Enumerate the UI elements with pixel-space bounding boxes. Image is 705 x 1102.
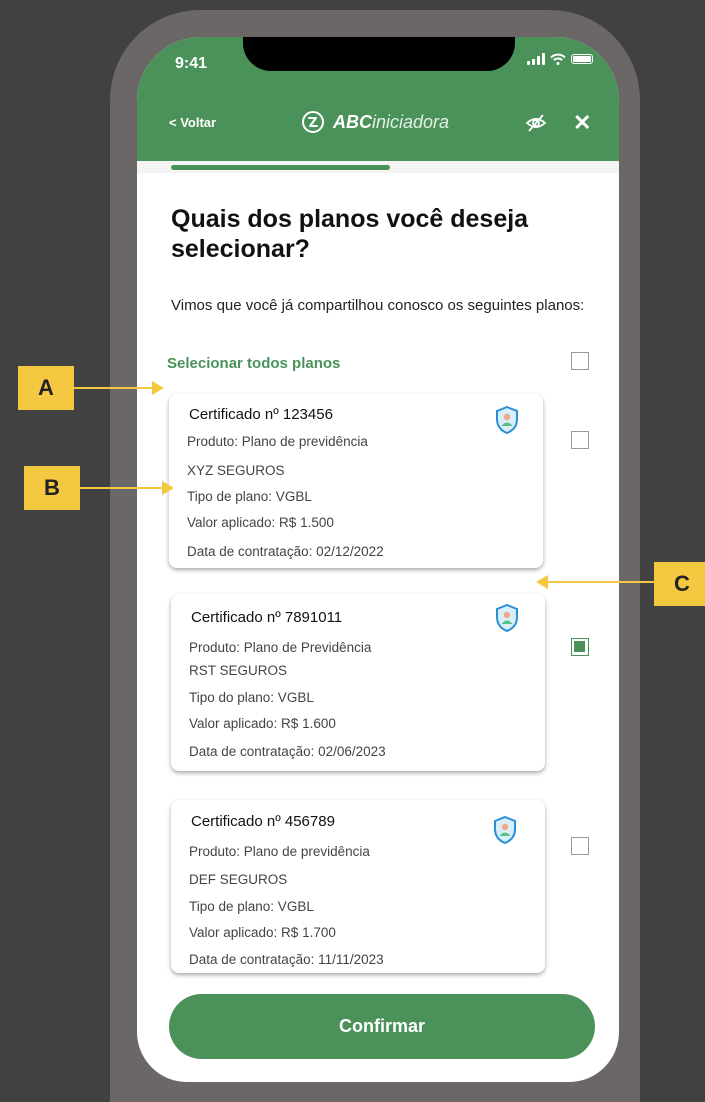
phone-notch — [243, 37, 515, 71]
plan-date: Data de contratação: 02/12/2022 — [187, 544, 384, 559]
app-header: 9:41 < Voltar ABCiniciadora ✕ — [137, 37, 619, 161]
shield-person-icon — [496, 604, 518, 632]
back-button[interactable]: < Voltar — [169, 115, 216, 130]
plan-product: Produto: Plano de previdência — [189, 844, 370, 859]
shield-person-icon — [496, 406, 518, 434]
plan-date: Data de contratação: 02/06/2023 — [189, 744, 386, 759]
plan-type: Tipo de plano: VGBL — [187, 489, 312, 504]
select-all-label[interactable]: Selecionar todos planos — [167, 355, 340, 372]
progress-fill — [171, 165, 390, 170]
battery-icon — [571, 54, 593, 64]
select-all-checkbox[interactable] — [571, 352, 589, 370]
annotation-label-b: B — [24, 466, 80, 510]
plan-product: Produto: Plano de previdência — [187, 434, 368, 449]
plan-type: Tipo de plano: VGBL — [189, 899, 314, 914]
brand-logo: ABCiniciadora — [301, 110, 449, 134]
phone-screen: 9:41 < Voltar ABCiniciadora ✕ Quais dos … — [137, 37, 619, 1082]
plan-checkbox[interactable] — [571, 431, 589, 449]
status-time: 9:41 — [175, 55, 208, 72]
page-title: Quais dos planos você deseja selecionar? — [171, 205, 529, 263]
annotation-arrow-c — [548, 581, 654, 583]
plan-card[interactable]: Certificado nº 456789 Produto: Plano de … — [171, 800, 545, 973]
annotation-label-c: C — [654, 562, 705, 606]
progress-bar — [137, 161, 619, 173]
plan-insurer: DEF SEGUROS — [189, 872, 288, 887]
annotation-arrowhead-a — [152, 381, 164, 395]
abc-logo-icon — [302, 111, 324, 133]
plan-value: Valor aplicado: R$ 1.600 — [189, 716, 336, 731]
close-icon[interactable]: ✕ — [573, 110, 591, 136]
plan-title: Certificado nº 456789 — [191, 813, 335, 830]
signal-icon — [527, 53, 545, 65]
plan-card[interactable]: Certificado nº 7891011 Produto: Plano de… — [171, 594, 545, 771]
brand-name: ABCiniciadora — [333, 111, 450, 132]
plan-product: Produto: Plano de Previdência — [189, 640, 372, 655]
plan-insurer: RST SEGUROS — [189, 663, 288, 678]
annotation-arrow-a — [74, 387, 154, 389]
confirm-button[interactable]: Confirmar — [169, 994, 595, 1059]
wifi-icon — [550, 53, 566, 65]
plan-insurer: XYZ SEGUROS — [187, 463, 285, 478]
plan-checkbox[interactable] — [571, 837, 589, 855]
plan-title: Certificado nº 123456 — [189, 406, 333, 423]
annotation-arrow-b — [80, 487, 164, 489]
plan-value: Valor aplicado: R$ 1.700 — [189, 925, 336, 940]
nav-bar: < Voltar ABCiniciadora ✕ — [137, 107, 619, 141]
plan-type: Tipo do plano: VGBL — [189, 690, 314, 705]
plan-date: Data de contratação: 11/11/2023 — [189, 952, 384, 967]
plan-card[interactable]: Certificado nº 123456 Produto: Plano de … — [169, 394, 543, 568]
shield-person-icon — [494, 816, 516, 844]
annotation-arrowhead-b — [162, 481, 174, 495]
page-subtitle: Vimos que você já compartilhou conosco o… — [171, 297, 585, 314]
plan-checkbox[interactable] — [571, 638, 589, 656]
plan-value: Valor aplicado: R$ 1.500 — [187, 515, 334, 530]
status-icons — [527, 53, 593, 65]
annotation-label-a: A — [18, 366, 74, 410]
plan-title: Certificado nº 7891011 — [191, 609, 343, 626]
eye-off-icon[interactable] — [525, 113, 547, 133]
annotation-arrowhead-c — [536, 575, 548, 589]
